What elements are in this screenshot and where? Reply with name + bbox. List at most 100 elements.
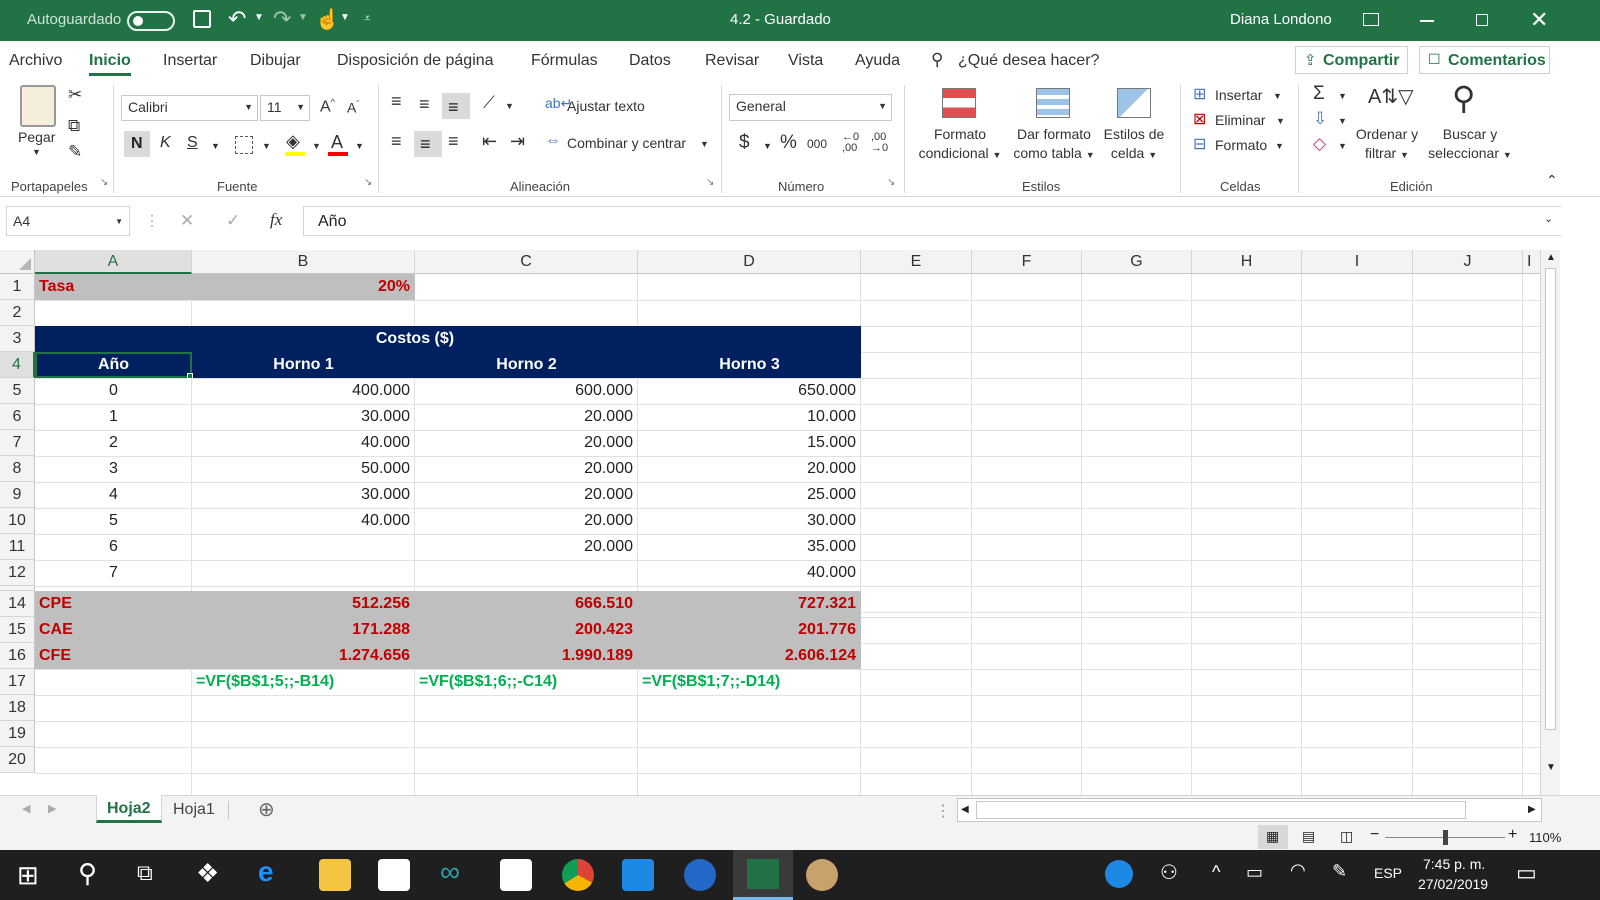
tab-formulas[interactable]: Fórmulas	[531, 52, 598, 70]
tab-inicio[interactable]: Inicio	[89, 52, 131, 76]
tab-insertar[interactable]: Insertar	[163, 52, 217, 70]
data-horno-1[interactable]: 40.000	[192, 430, 414, 456]
italic-button[interactable]: K	[160, 134, 171, 152]
align-left-icon[interactable]: ≡	[391, 131, 402, 152]
select-all-corner[interactable]	[0, 250, 35, 274]
data-year[interactable]: 5	[35, 508, 192, 534]
hscroll-left-icon[interactable]: ◀	[961, 804, 969, 815]
row-header-9[interactable]: 9	[0, 482, 35, 508]
fill-icon[interactable]: ⇩	[1313, 109, 1327, 129]
tab-ayuda[interactable]: Ayuda	[855, 52, 900, 70]
chrome-icon[interactable]	[562, 859, 594, 891]
column-header-b[interactable]: B	[192, 250, 415, 274]
insert-function-icon[interactable]: fx	[270, 210, 282, 230]
horizontal-scrollbar[interactable]: ◀ ▶	[957, 798, 1542, 822]
zoom-out-icon[interactable]: −	[1370, 826, 1379, 844]
underline-button[interactable]: S	[187, 134, 198, 152]
comments-button[interactable]: ☐ Comentarios	[1419, 46, 1550, 74]
format-cells-button[interactable]: Formato	[1215, 137, 1267, 153]
column-header-j[interactable]: J	[1413, 250, 1523, 274]
align-right-icon[interactable]: ≡	[448, 131, 459, 152]
data-horno-2[interactable]: 20.000	[415, 534, 637, 560]
arduino-icon[interactable]: ∞	[440, 856, 460, 888]
pen-icon[interactable]: ✎	[1332, 861, 1347, 882]
restore-icon[interactable]	[1476, 14, 1488, 26]
store-icon[interactable]	[378, 859, 410, 891]
summary-label-cfe[interactable]: CFE	[35, 643, 192, 669]
data-horno-2[interactable]: 20.000	[415, 456, 637, 482]
show-hidden-icons[interactable]: ^	[1212, 862, 1220, 883]
delete-cells-icon[interactable]: ⊠	[1193, 109, 1206, 129]
column-header-f[interactable]: F	[972, 250, 1082, 274]
tab-scroll-left-icon[interactable]: ◀	[22, 802, 30, 815]
data-horno-3[interactable]: 650.000	[638, 378, 860, 404]
formula-input[interactable]: Año	[303, 206, 1561, 236]
user-name[interactable]: Diana Londono	[1230, 11, 1332, 28]
format-as-table-icon[interactable]	[1036, 88, 1070, 118]
data-horno-2[interactable]: 20.000	[415, 404, 637, 430]
tab-revisar[interactable]: Revisar	[705, 52, 759, 70]
fill-dropdown-icon[interactable]: ▼	[312, 141, 321, 151]
format-as-table-button[interactable]: Dar formato como tabla ▼	[1006, 125, 1102, 165]
percent-button[interactable]: %	[780, 132, 797, 154]
number-format-select[interactable]: General ▼	[729, 94, 892, 121]
header-horno-3[interactable]: Horno 3	[638, 352, 861, 378]
save-icon[interactable]	[193, 10, 211, 28]
shrink-font-icon[interactable]: Aˇ	[347, 99, 359, 116]
align-bottom-button[interactable]: ≡	[442, 93, 470, 119]
hscroll-right-icon[interactable]: ▶	[1528, 804, 1536, 815]
orientation-icon[interactable]: ⟋	[483, 93, 495, 113]
undo-icon[interactable]: ↶	[228, 6, 246, 32]
alignment-launcher-icon[interactable]: ↘	[706, 177, 714, 188]
data-horno-2[interactable]: 20.000	[415, 508, 637, 534]
align-center-button[interactable]: ≡	[414, 131, 442, 157]
expand-formula-icon[interactable]: ⌄	[1544, 212, 1553, 225]
summary-value[interactable]: 512.256	[192, 591, 414, 617]
edge-icon[interactable]: e	[258, 856, 274, 888]
row-header-15[interactable]: 15	[0, 617, 35, 643]
align-top-icon[interactable]: ≡	[391, 91, 402, 112]
zoom-in-icon[interactable]: +	[1508, 826, 1517, 844]
data-year[interactable]: 4	[35, 482, 192, 508]
summary-value[interactable]: 1.274.656	[192, 643, 414, 669]
task-view-icon[interactable]: ⧉	[137, 860, 153, 886]
close-icon[interactable]: ✕	[1530, 7, 1548, 33]
row-header-6[interactable]: 6	[0, 404, 35, 430]
clear-dropdown-icon[interactable]: ▼	[1338, 141, 1347, 151]
row-header-18[interactable]: 18	[0, 695, 35, 721]
data-horno-3[interactable]: 40.000	[638, 560, 860, 586]
page-layout-view-icon[interactable]: ▤	[1302, 828, 1315, 845]
data-horno-3[interactable]: 30.000	[638, 508, 860, 534]
format-dropdown-icon[interactable]: ▼	[1275, 141, 1284, 151]
normal-view-button[interactable]: ▦	[1258, 825, 1288, 849]
paste-dropdown-icon[interactable]: ▼	[32, 147, 41, 157]
copy-icon[interactable]: ⧉	[68, 116, 80, 136]
collapse-ribbon-icon[interactable]: ⌃	[1546, 172, 1558, 189]
row-header-3[interactable]: 3	[0, 326, 35, 352]
help-icon[interactable]	[1105, 860, 1133, 888]
align-middle-icon[interactable]: ≡	[419, 94, 430, 115]
summary-value[interactable]: 1.990.189	[415, 643, 637, 669]
column-header-k-partial[interactable]: I	[1523, 250, 1540, 274]
wifi-icon[interactable]: ◠	[1290, 860, 1306, 881]
column-header-g[interactable]: G	[1082, 250, 1192, 274]
name-box[interactable]: A4 ▼	[6, 206, 130, 236]
tab-scroll-right-icon[interactable]: ▶	[48, 802, 56, 815]
fill-color-icon[interactable]: ◈	[286, 131, 300, 152]
row-header-1[interactable]: 1	[0, 274, 35, 300]
data-year[interactable]: 0	[35, 378, 192, 404]
cell-styles-button[interactable]: Estilos de celda ▼	[1100, 125, 1168, 165]
data-horno-1[interactable]: 400.000	[192, 378, 414, 404]
insert-dropdown-icon[interactable]: ▼	[1273, 91, 1282, 101]
font-name-select[interactable]: Calibri ▼	[121, 95, 258, 121]
orientation-dropdown-icon[interactable]: ▼	[505, 101, 514, 111]
tab-vista[interactable]: Vista	[788, 52, 823, 70]
data-year[interactable]: 7	[35, 560, 192, 586]
summary-value[interactable]: 200.423	[415, 617, 637, 643]
data-year[interactable]: 6	[35, 534, 192, 560]
clock-time[interactable]: 7:45 p. m.	[1423, 856, 1485, 872]
touch-mode-icon[interactable]: ☝	[315, 7, 340, 32]
data-horno-3[interactable]: 20.000	[638, 456, 860, 482]
font-launcher-icon[interactable]: ↘	[364, 177, 372, 188]
decrease-indent-icon[interactable]: ⇤	[482, 131, 497, 152]
